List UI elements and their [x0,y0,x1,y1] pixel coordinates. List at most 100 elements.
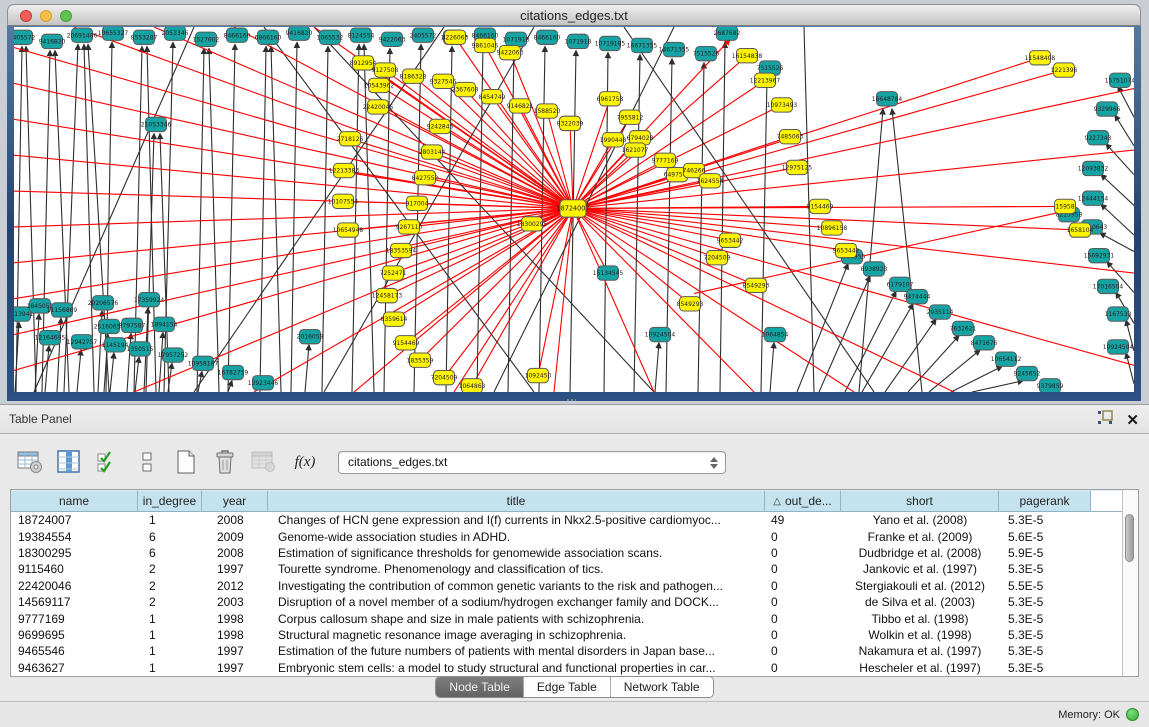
table-select-dropdown[interactable]: citations_edges.txt [338,451,726,474]
black-citation-edge[interactable] [1115,115,1134,146]
black-citation-edge[interactable] [446,46,452,392]
graph-node[interactable]: 1990448 [600,133,627,147]
graph-node[interactable]: 16154838 [732,49,763,63]
graph-node[interactable]: 7485063 [777,130,804,144]
function-builder-icon[interactable]: f(x) [291,449,319,475]
graph-node[interactable]: 9416820 [286,27,313,40]
graph-node[interactable]: 7252471 [380,266,407,280]
graph-node[interactable]: 1167533 [1105,307,1132,321]
black-citation-edge[interactable] [159,333,163,392]
graph-node[interactable]: 1624554 [697,174,724,188]
graph-node[interactable]: 9422063 [379,32,406,46]
graph-node[interactable]: 9797587 [119,318,146,332]
table-options-icon[interactable] [16,449,44,475]
tab-node-table[interactable]: Node Table [436,677,523,697]
red-citation-edge[interactable] [14,48,573,209]
graph-node[interactable]: 9146821 [507,99,534,113]
table-row[interactable]: 1830029562008Estimation of significance … [11,545,1138,561]
graph-node[interactable]: 1145194 [102,338,129,352]
column-header-in_degree[interactable]: in_degree [138,490,202,511]
graph-node[interactable]: 10655327 [98,27,129,40]
graph-node[interactable]: 17016504 [1093,279,1124,293]
network-canvas[interactable]: 1872400724055729416820206914061065532785… [14,27,1134,392]
column-header-year[interactable]: year [202,490,268,511]
graph-node[interactable]: 9777169 [652,153,679,167]
red-citation-edge[interactable] [573,89,1134,209]
black-citation-edge[interactable] [951,366,1002,392]
graph-node[interactable]: 1065532 [317,30,344,44]
graph-node[interactable]: 9422063 [497,45,524,59]
graph-node[interactable]: 8466160 [224,28,251,42]
close-panel-icon[interactable]: ✕ [1126,413,1139,429]
citation-network-graph[interactable]: 1872400724055729416820206914061065532785… [14,27,1134,392]
column-header-out_de[interactable]: △out_de... [765,490,841,511]
graph-node[interactable]: 8186328 [400,69,427,83]
graph-node[interactable]: 1064854 [762,327,789,341]
table-vertical-scrollbar[interactable] [1122,490,1138,676]
graph-node[interactable]: 8549293 [743,278,770,292]
graph-node[interactable]: 10654948 [333,223,364,237]
black-citation-edge[interactable] [271,46,281,392]
black-citation-edge[interactable] [77,350,81,392]
graph-node[interactable]: 7515526 [693,46,720,60]
table-row[interactable]: 1872400712008Changes of HCN gene express… [11,512,1138,528]
graph-node[interactable]: 12213383 [329,163,360,177]
graph-node[interactable]: 17359924 [134,293,165,307]
table-row[interactable]: 977716911998Corpus callosum shape and si… [11,610,1138,626]
graph-node[interactable]: 9267110 [396,220,423,234]
graph-hub-node[interactable]: 18724007 [556,200,589,217]
graph-node[interactable]: 21053346 [141,117,172,131]
graph-node[interactable]: 8322039 [557,116,584,130]
table-row[interactable]: 2242004622012Investigating the contribut… [11,578,1138,594]
graph-node[interactable]: 1588520 [534,104,561,118]
graph-node[interactable]: 6961758 [597,92,624,106]
graph-node[interactable]: 2803144 [419,145,446,159]
graph-node[interactable]: 9245652 [1014,366,1041,380]
graph-node[interactable]: 9379859 [1037,379,1064,392]
show-columns-icon[interactable] [55,449,83,475]
graph-node[interactable]: 9154469 [393,336,420,350]
panel-splitter-handle[interactable] [566,398,576,403]
black-citation-edge[interactable] [35,314,39,392]
tab-network-table[interactable]: Network Table [610,677,713,697]
graph-node[interactable]: 9653442 [717,233,744,247]
row-height-icon[interactable] [133,449,161,475]
graph-node[interactable]: 11548408 [1025,51,1056,65]
black-citation-edge[interactable] [929,350,980,392]
black-citation-edge[interactable] [57,318,61,392]
graph-node[interactable]: 16782759 [218,365,249,379]
table-row[interactable]: 911546021997Tourette syndrome. Phenomeno… [11,561,1138,577]
graph-node[interactable]: 9861045 [472,38,499,52]
black-citation-edge[interactable] [305,345,309,392]
black-citation-edge[interactable] [892,109,922,392]
graph-node[interactable]: 1658104 [1067,223,1094,237]
red-citation-edge[interactable] [420,208,573,360]
graph-node[interactable]: 9154469 [807,199,834,213]
graph-node[interactable]: 8938923 [861,262,888,276]
graph-node[interactable]: 9227343 [1085,131,1112,145]
table-row[interactable]: 969969511998Structural magnetic resonanc… [11,627,1138,643]
black-citation-edge[interactable] [972,381,1023,392]
window-titlebar[interactable]: citations_edges.txt [7,4,1141,26]
graph-node[interactable]: 2053346 [162,27,189,40]
red-citation-edge[interactable] [573,208,654,392]
graph-node[interactable]: 1071918 [565,34,592,48]
tab-edge-table[interactable]: Edge Table [523,677,610,697]
create-table-icon[interactable] [172,449,200,475]
graph-node[interactable]: 10719185 [595,36,626,50]
graph-node[interactable]: 7204509 [704,251,731,265]
column-header-title[interactable]: title [268,490,765,511]
graph-node[interactable]: 2367608 [452,82,479,96]
graph-node[interactable]: 2016059 [297,329,324,343]
graph-node[interactable]: 7204509 [431,370,458,384]
graph-node[interactable]: 1350515 [127,342,154,356]
black-citation-edge[interactable] [352,44,359,392]
black-citation-edge[interactable] [859,109,883,392]
graph-node[interactable]: 14671355 [659,42,690,56]
graph-node[interactable]: 1894154 [151,317,178,331]
black-citation-edge[interactable] [134,46,142,392]
scrollbar-thumb[interactable] [1125,514,1134,562]
red-citation-edge[interactable] [432,152,573,208]
graph-node[interactable]: 15751074 [1105,73,1134,87]
graph-node[interactable]: 8553287 [131,30,158,44]
